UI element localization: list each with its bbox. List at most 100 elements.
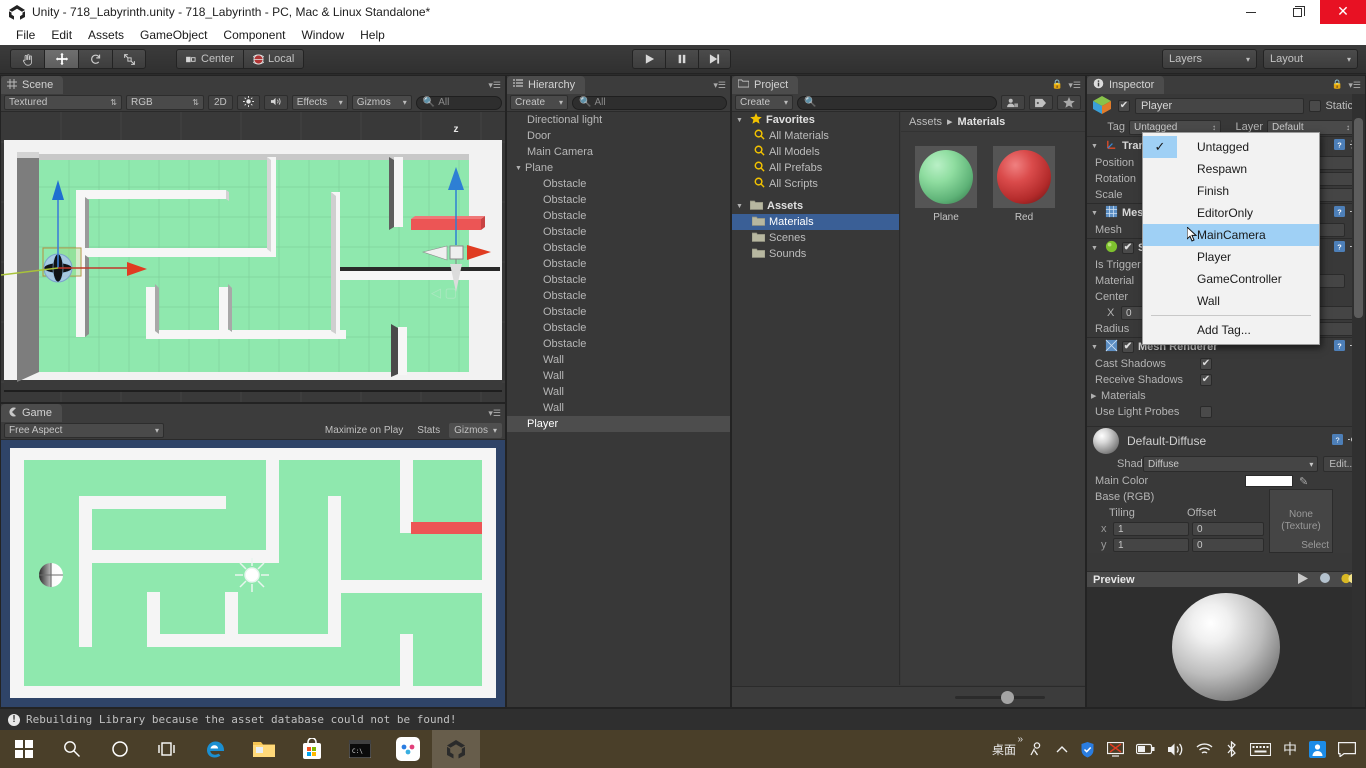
object-name-field[interactable]: Player [1135, 98, 1305, 114]
use-light-probes-checkbox[interactable] [1200, 406, 1212, 418]
scale-tool-button[interactable] [112, 49, 146, 69]
menu-file[interactable]: File [8, 26, 43, 44]
status-bar[interactable]: ! Rebuilding Library because the asset d… [0, 708, 1366, 730]
game-viewport[interactable] [1, 440, 505, 707]
expand-arrow-icon[interactable]: ▼ [736, 203, 746, 210]
show-hidden-icons-button[interactable] [1050, 730, 1074, 768]
scene-lighting-toggle[interactable] [236, 95, 260, 110]
store-button[interactable] [288, 730, 336, 768]
panel-menu-icon[interactable]: ▾☰ [488, 80, 501, 91]
list-item[interactable]: Obstacle [507, 272, 730, 288]
color-mode-dropdown[interactable]: RGB ⇅ [126, 95, 204, 110]
pause-button[interactable] [665, 49, 698, 69]
list-item-player[interactable]: Player [507, 416, 730, 432]
list-item[interactable]: Wall [507, 368, 730, 384]
list-item[interactable]: Directional light [507, 112, 730, 128]
list-item[interactable]: Obstacle [507, 208, 730, 224]
list-item[interactable]: Wall [507, 352, 730, 368]
texture-slot[interactable]: None (Texture) Select [1269, 489, 1333, 553]
user-icon[interactable] [1303, 730, 1332, 768]
expand-arrow-icon[interactable]: ▶ [1091, 392, 1101, 400]
expand-arrow-icon[interactable]: ▼ [736, 117, 746, 124]
preview-area[interactable] [1087, 587, 1365, 707]
move-tool-button[interactable] [44, 49, 78, 69]
ime-chinese-icon[interactable]: 中 [1277, 730, 1303, 768]
object-enabled-checkbox[interactable]: ✔ [1118, 100, 1130, 112]
lock-icon[interactable]: 🔒 [1332, 79, 1343, 90]
play-icon[interactable] [1297, 572, 1309, 587]
menu-component[interactable]: Component [215, 26, 293, 44]
tab-hierarchy[interactable]: Hierarchy [507, 76, 586, 94]
gizmos-dropdown[interactable]: Gizmos ▾ [351, 95, 412, 110]
slider-knob[interactable] [1001, 690, 1014, 704]
tab-project[interactable]: Project [732, 76, 799, 94]
panel-menu-icon[interactable]: ▾☰ [1068, 80, 1081, 91]
collider-enabled-checkbox[interactable]: ✔ [1122, 242, 1134, 254]
static-checkbox[interactable] [1309, 100, 1322, 112]
battery-icon[interactable] [1130, 730, 1161, 768]
cast-shadows-checkbox[interactable]: ✔ [1200, 358, 1212, 370]
list-item[interactable]: Obstacle [507, 176, 730, 192]
maximize-button[interactable] [1274, 0, 1320, 24]
menu-edit[interactable]: Edit [43, 26, 80, 44]
unity-button[interactable] [432, 730, 480, 768]
hierarchy-list[interactable]: Directional light Door Main Camera ▼ Plan… [507, 112, 730, 707]
tag-menu-item-add-tag[interactable]: Add Tag... [1143, 319, 1319, 341]
avatar-filter-icon[interactable] [1001, 95, 1025, 110]
display-icon[interactable] [1101, 730, 1130, 768]
people-icon[interactable] [1022, 730, 1050, 768]
tree-item-materials[interactable]: Materials [732, 214, 899, 230]
desktop-label[interactable]: 桌面 » [986, 730, 1023, 768]
menu-gameobject[interactable]: GameObject [132, 26, 215, 44]
wifi-icon[interactable] [1190, 730, 1219, 768]
shader-dropdown[interactable]: Diffuse ▾ [1143, 456, 1319, 472]
layout-dropdown[interactable]: Layout ▾ [1263, 49, 1358, 69]
tag-menu-item-wall[interactable]: Wall [1143, 290, 1319, 312]
help-icon[interactable]: ? [1332, 434, 1343, 448]
texture-select-button[interactable]: Select [1301, 540, 1329, 551]
tag-menu-item-player[interactable]: Player [1143, 246, 1319, 268]
layers-dropdown[interactable]: Layers ▾ [1162, 49, 1257, 69]
step-button[interactable] [698, 49, 731, 69]
list-item[interactable]: Obstacle [507, 256, 730, 272]
action-center-icon[interactable] [1332, 730, 1362, 768]
start-button[interactable] [0, 730, 48, 768]
menu-assets[interactable]: Assets [80, 26, 132, 44]
scrollbar-thumb[interactable] [1354, 118, 1363, 318]
tree-item-favorites[interactable]: ▼ Favorites [732, 112, 899, 128]
cortana-button[interactable] [96, 730, 144, 768]
color-picker-icon[interactable]: ✎ [1299, 475, 1308, 488]
inspector-scrollbar[interactable] [1352, 94, 1365, 707]
project-create-button[interactable]: Create ▾ [735, 95, 793, 110]
tiling-x-field[interactable]: 1 [1113, 522, 1189, 536]
expand-arrow-icon[interactable]: ▼ [1091, 344, 1101, 351]
list-item[interactable]: Obstacle [507, 224, 730, 240]
panel-menu-icon[interactable]: ▾☰ [713, 80, 726, 91]
task-view-button[interactable] [144, 730, 192, 768]
label-filter-icon[interactable] [1029, 95, 1053, 110]
tag-menu-item-gamecontroller[interactable]: GameController [1143, 268, 1319, 290]
hierarchy-search-input[interactable]: 🔍 All [572, 95, 727, 110]
tag-menu-item-maincamera[interactable]: MainCamera [1143, 224, 1319, 246]
scene-search-input[interactable]: 🔍 All [415, 95, 502, 110]
list-item[interactable]: Door [507, 128, 730, 144]
tree-item-assets[interactable]: ▼ Assets [732, 198, 899, 214]
aspect-dropdown[interactable]: Free Aspect ▾ [4, 423, 164, 438]
help-icon[interactable]: ? [1334, 206, 1345, 220]
game-gizmos-dropdown[interactable]: Gizmos ▾ [449, 423, 502, 438]
tag-menu-item-respawn[interactable]: Respawn [1143, 158, 1319, 180]
tree-item-all-models[interactable]: All Models [732, 144, 899, 160]
bluetooth-icon[interactable] [1219, 730, 1244, 768]
tag-menu-item-editoronly[interactable]: EditorOnly [1143, 202, 1319, 224]
hierarchy-create-button[interactable]: Create ▾ [510, 95, 568, 110]
main-color-swatch[interactable] [1245, 475, 1293, 487]
hand-tool-button[interactable] [10, 49, 44, 69]
baidu-netdisk-button[interactable] [384, 730, 432, 768]
scene-viewport[interactable]: z ◁ ▢ [1, 112, 505, 402]
breadcrumb-assets[interactable]: Assets [909, 116, 942, 128]
help-icon[interactable]: ? [1334, 139, 1345, 153]
panel-menu-icon[interactable]: ▾☰ [1348, 80, 1361, 91]
list-item[interactable]: Obstacle [507, 240, 730, 256]
minimize-button[interactable] [1228, 0, 1274, 24]
maximize-on-play-toggle[interactable]: Maximize on Play [320, 423, 408, 438]
